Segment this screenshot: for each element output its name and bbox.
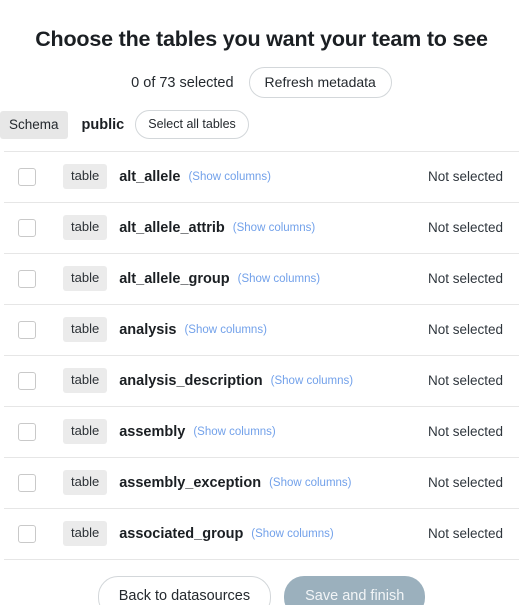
save-and-finish-button[interactable]: Save and finish	[284, 575, 426, 605]
entity-type-badge: table	[63, 215, 108, 241]
row-checkbox[interactable]	[18, 422, 36, 441]
show-columns-link[interactable]: (Show columns)	[193, 426, 275, 438]
table-name: assembly_exception	[119, 474, 262, 491]
row-status: Not selected	[427, 526, 503, 542]
row-checkbox[interactable]	[18, 167, 36, 186]
table-row[interactable]: table assembly_exception (Show columns) Not…	[4, 458, 519, 509]
select-all-tables-button[interactable]: Select all tables	[135, 110, 249, 140]
entity-type-badge: table	[63, 317, 108, 343]
schema-name: public	[81, 116, 125, 133]
row-status: Not selected	[427, 169, 503, 185]
table-row[interactable]: table alt_allele_group (Show columns) Not s…	[4, 254, 519, 305]
table-row[interactable]: table analysis (Show columns) Not selected	[4, 305, 519, 356]
table-name: analysis	[119, 321, 177, 338]
page-title: Choose the tables you want your team to …	[35, 27, 488, 52]
row-checkbox[interactable]	[18, 371, 36, 390]
back-to-datasources-button[interactable]: Back to datasources	[97, 575, 272, 605]
show-columns-link[interactable]: (Show columns)	[188, 171, 270, 183]
entity-type-badge: table	[63, 368, 108, 394]
footer-actions: Back to datasources Save and finish	[0, 575, 523, 605]
show-columns-link[interactable]: (Show columns)	[184, 324, 266, 336]
row-status: Not selected	[427, 373, 503, 389]
table-row[interactable]: table alt_allele_attrib (Show columns) Not …	[4, 203, 519, 254]
row-checkbox[interactable]	[18, 524, 36, 543]
schema-label: Schema	[0, 110, 68, 139]
show-columns-link[interactable]: (Show columns)	[271, 375, 353, 387]
row-checkbox[interactable]	[18, 473, 36, 492]
refresh-metadata-button[interactable]: Refresh metadata	[248, 67, 392, 99]
table-name: assembly	[119, 423, 186, 440]
table-name: alt_allele_group	[119, 270, 230, 287]
table-row[interactable]: table assembly (Show columns) Not selected	[4, 407, 519, 458]
entity-type-badge: table	[63, 521, 108, 547]
row-status: Not selected	[427, 475, 503, 491]
entity-type-badge: table	[63, 164, 108, 190]
entity-type-badge: table	[63, 266, 108, 292]
table-list: table alt_allele (Show columns) Not selecte…	[4, 150, 519, 560]
show-columns-link[interactable]: (Show columns)	[251, 528, 333, 540]
summary-bar: 0 of 73 selected Refresh metadata	[0, 67, 523, 99]
row-status: Not selected	[427, 322, 503, 338]
table-name: analysis_description	[119, 372, 263, 389]
table-row[interactable]: table associated_group (Show columns) Not s…	[4, 509, 519, 560]
row-status: Not selected	[427, 424, 503, 440]
entity-type-badge: table	[63, 470, 108, 496]
row-checkbox[interactable]	[18, 320, 36, 339]
table-picker-page: Choose the tables you want your team to …	[0, 14, 523, 605]
table-name: alt_allele	[119, 168, 181, 185]
selected-count-label: 0 of 73 selected	[131, 74, 234, 91]
show-columns-link[interactable]: (Show columns)	[238, 273, 320, 285]
row-status: Not selected	[427, 220, 503, 236]
row-checkbox[interactable]	[18, 218, 36, 237]
entity-type-badge: table	[63, 419, 108, 445]
show-columns-link[interactable]: (Show columns)	[269, 477, 351, 489]
table-row[interactable]: table analysis_description (Show columns) N…	[4, 356, 519, 407]
row-checkbox[interactable]	[18, 269, 36, 288]
table-name: associated_group	[119, 525, 244, 542]
row-status: Not selected	[427, 271, 503, 287]
show-columns-link[interactable]: (Show columns)	[233, 222, 315, 234]
table-name: alt_allele_attrib	[119, 219, 225, 236]
schema-bar: Schema public Select all tables	[0, 110, 523, 140]
table-row[interactable]: table alt_allele (Show columns) Not selecte…	[4, 152, 519, 203]
